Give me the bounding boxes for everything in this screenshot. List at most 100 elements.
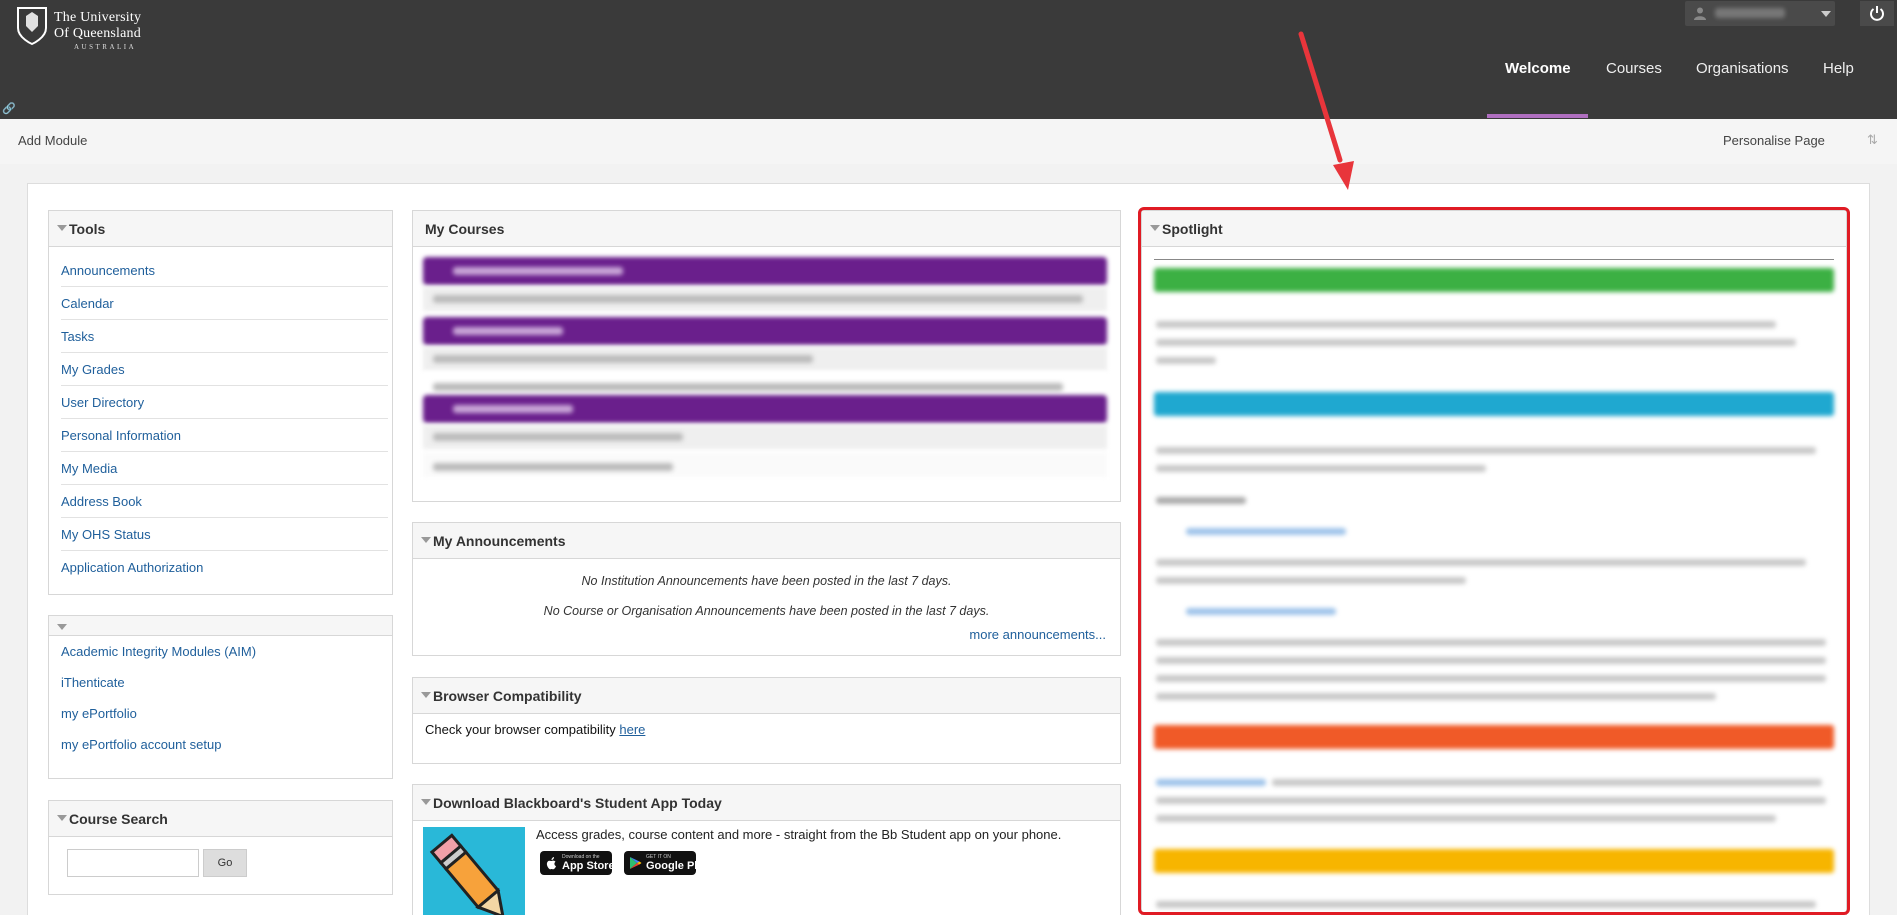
module-title: Download Blackboard's Student App Today — [433, 795, 722, 811]
module-title: Spotlight — [1162, 221, 1223, 237]
blurred-text — [433, 295, 1083, 303]
module-header: Spotlight — [1142, 211, 1846, 247]
collapse-caret-icon[interactable] — [57, 624, 67, 630]
course-search-module: Course Search Go — [48, 800, 393, 895]
tool-link-application-authorization[interactable]: Application Authorization — [61, 560, 203, 575]
institution-announcements-empty: No Institution Announcements have been p… — [581, 574, 952, 588]
blurred-text — [1156, 675, 1826, 682]
link-academic-integrity-modules[interactable]: Academic Integrity Modules (AIM) — [61, 644, 256, 659]
chevron-down-icon[interactable] — [1821, 11, 1831, 17]
divider — [61, 550, 388, 551]
blurred-text — [433, 463, 673, 471]
google-play-label: Google Play — [646, 860, 710, 872]
divider — [61, 286, 388, 287]
module-title: My Courses — [425, 221, 505, 237]
spotlight-banner-yellow[interactable] — [1154, 849, 1834, 873]
tool-link-calendar[interactable]: Calendar — [61, 296, 114, 311]
divider — [1154, 259, 1834, 260]
link-icon[interactable]: 🔗 — [2, 102, 16, 115]
blurred-link[interactable] — [1156, 779, 1266, 786]
logout-button[interactable] — [1860, 1, 1894, 26]
user-avatar-icon — [1694, 7, 1706, 20]
top-header: The University Of Queensland AUSTRALIA W… — [0, 0, 1897, 119]
link-eportfolio-setup[interactable]: my ePortfolio account setup — [61, 737, 221, 752]
tab-help[interactable]: Help — [1823, 60, 1854, 77]
blurred-text — [1156, 639, 1826, 646]
collapse-caret-icon[interactable] — [421, 692, 431, 698]
my-announcements-module: My Announcements No Institution Announce… — [412, 522, 1121, 656]
tool-link-tasks[interactable]: Tasks — [61, 329, 94, 344]
tool-link-ohs-status[interactable]: My OHS Status — [61, 527, 151, 542]
collapse-caret-icon[interactable] — [57, 815, 67, 821]
collapse-caret-icon[interactable] — [421, 537, 431, 543]
spotlight-banner-green[interactable] — [1154, 268, 1834, 292]
google-play-badge[interactable]: GET IT ON Google Play — [624, 851, 710, 875]
blurred-text — [453, 405, 573, 413]
tool-link-user-directory[interactable]: User Directory — [61, 395, 144, 410]
user-menu[interactable] — [1685, 1, 1835, 26]
collapse-caret-icon[interactable] — [57, 225, 67, 231]
more-announcements-link[interactable]: more announcements... — [969, 627, 1106, 642]
tool-link-personal-information[interactable]: Personal Information — [61, 428, 181, 443]
tool-link-my-grades[interactable]: My Grades — [61, 362, 125, 377]
collapse-caret-icon[interactable] — [421, 799, 431, 805]
spotlight-banner-blue[interactable] — [1154, 392, 1834, 416]
logo-text-line3: AUSTRALIA — [74, 43, 137, 51]
module-title: My Announcements — [433, 533, 566, 549]
module-header: Course Search — [49, 801, 392, 837]
blurred-link[interactable] — [1186, 608, 1336, 615]
app-store-badge[interactable]: Download on the App Store — [540, 851, 615, 875]
module-title: Tools — [69, 221, 106, 237]
tool-link-announcements[interactable]: Announcements — [61, 263, 155, 278]
blurred-link[interactable] — [1186, 528, 1346, 535]
browser-compat-text: Check your browser compatibility here — [425, 722, 645, 737]
app-description: Access grades, course content and more -… — [536, 827, 1062, 842]
blurred-text — [1156, 339, 1796, 346]
logo-text-line2: Of Queensland — [54, 26, 141, 41]
add-module-button[interactable]: Add Module — [18, 133, 87, 148]
user-name-blurred — [1715, 8, 1785, 18]
spotlight-banner-orange[interactable] — [1154, 725, 1834, 749]
blurred-text — [433, 383, 1063, 391]
pencil-icon — [429, 833, 505, 915]
divider — [61, 484, 388, 485]
tool-link-my-media[interactable]: My Media — [61, 461, 117, 476]
active-tab-indicator — [1487, 114, 1588, 118]
module-header: My Courses — [413, 211, 1120, 247]
link-my-eportfolio[interactable]: my ePortfolio — [61, 706, 137, 721]
browser-compatibility-module: Browser Compatibility Check your browser… — [412, 677, 1121, 764]
browser-compat-link[interactable]: here — [619, 722, 645, 737]
module-header — [49, 616, 392, 636]
google-play-icon — [630, 857, 642, 869]
tab-welcome[interactable]: Welcome — [1505, 60, 1571, 77]
apple-icon — [546, 857, 556, 870]
blurred-text — [1156, 577, 1466, 584]
page-toolbar: Add Module Personalise Page ⇅ — [0, 119, 1897, 164]
link-ithenticate[interactable]: iThenticate — [61, 675, 125, 690]
tab-courses[interactable]: Courses — [1606, 60, 1662, 77]
course-announcements-empty: No Course or Organisation Announcements … — [543, 604, 990, 618]
module-header: Tools — [49, 211, 392, 247]
blurred-text — [433, 433, 683, 441]
module-header: My Announcements — [413, 523, 1120, 559]
tab-organisations[interactable]: Organisations — [1696, 60, 1789, 77]
personalise-page-button[interactable]: Personalise Page — [1723, 133, 1825, 148]
go-button[interactable]: Go — [203, 849, 247, 877]
blurred-text — [1156, 465, 1486, 472]
download-app-module: Download Blackboard's Student App Today … — [412, 784, 1121, 915]
divider — [61, 385, 388, 386]
divider — [61, 451, 388, 452]
blurred-text — [1156, 357, 1216, 364]
tool-link-address-book[interactable]: Address Book — [61, 494, 142, 509]
module-title: Course Search — [69, 811, 168, 827]
module-header: Download Blackboard's Student App Today — [413, 785, 1120, 821]
my-courses-module: My Courses — [412, 210, 1121, 502]
blurred-text — [433, 355, 813, 363]
course-search-input[interactable] — [67, 849, 199, 877]
reorder-icon[interactable]: ⇅ — [1867, 132, 1878, 148]
blurred-text — [453, 327, 563, 335]
app-store-label: App Store — [562, 860, 615, 872]
university-logo[interactable]: The University Of Queensland AUSTRALIA — [16, 6, 166, 51]
collapse-caret-icon[interactable] — [1150, 225, 1160, 231]
module-header: Browser Compatibility — [413, 678, 1120, 714]
